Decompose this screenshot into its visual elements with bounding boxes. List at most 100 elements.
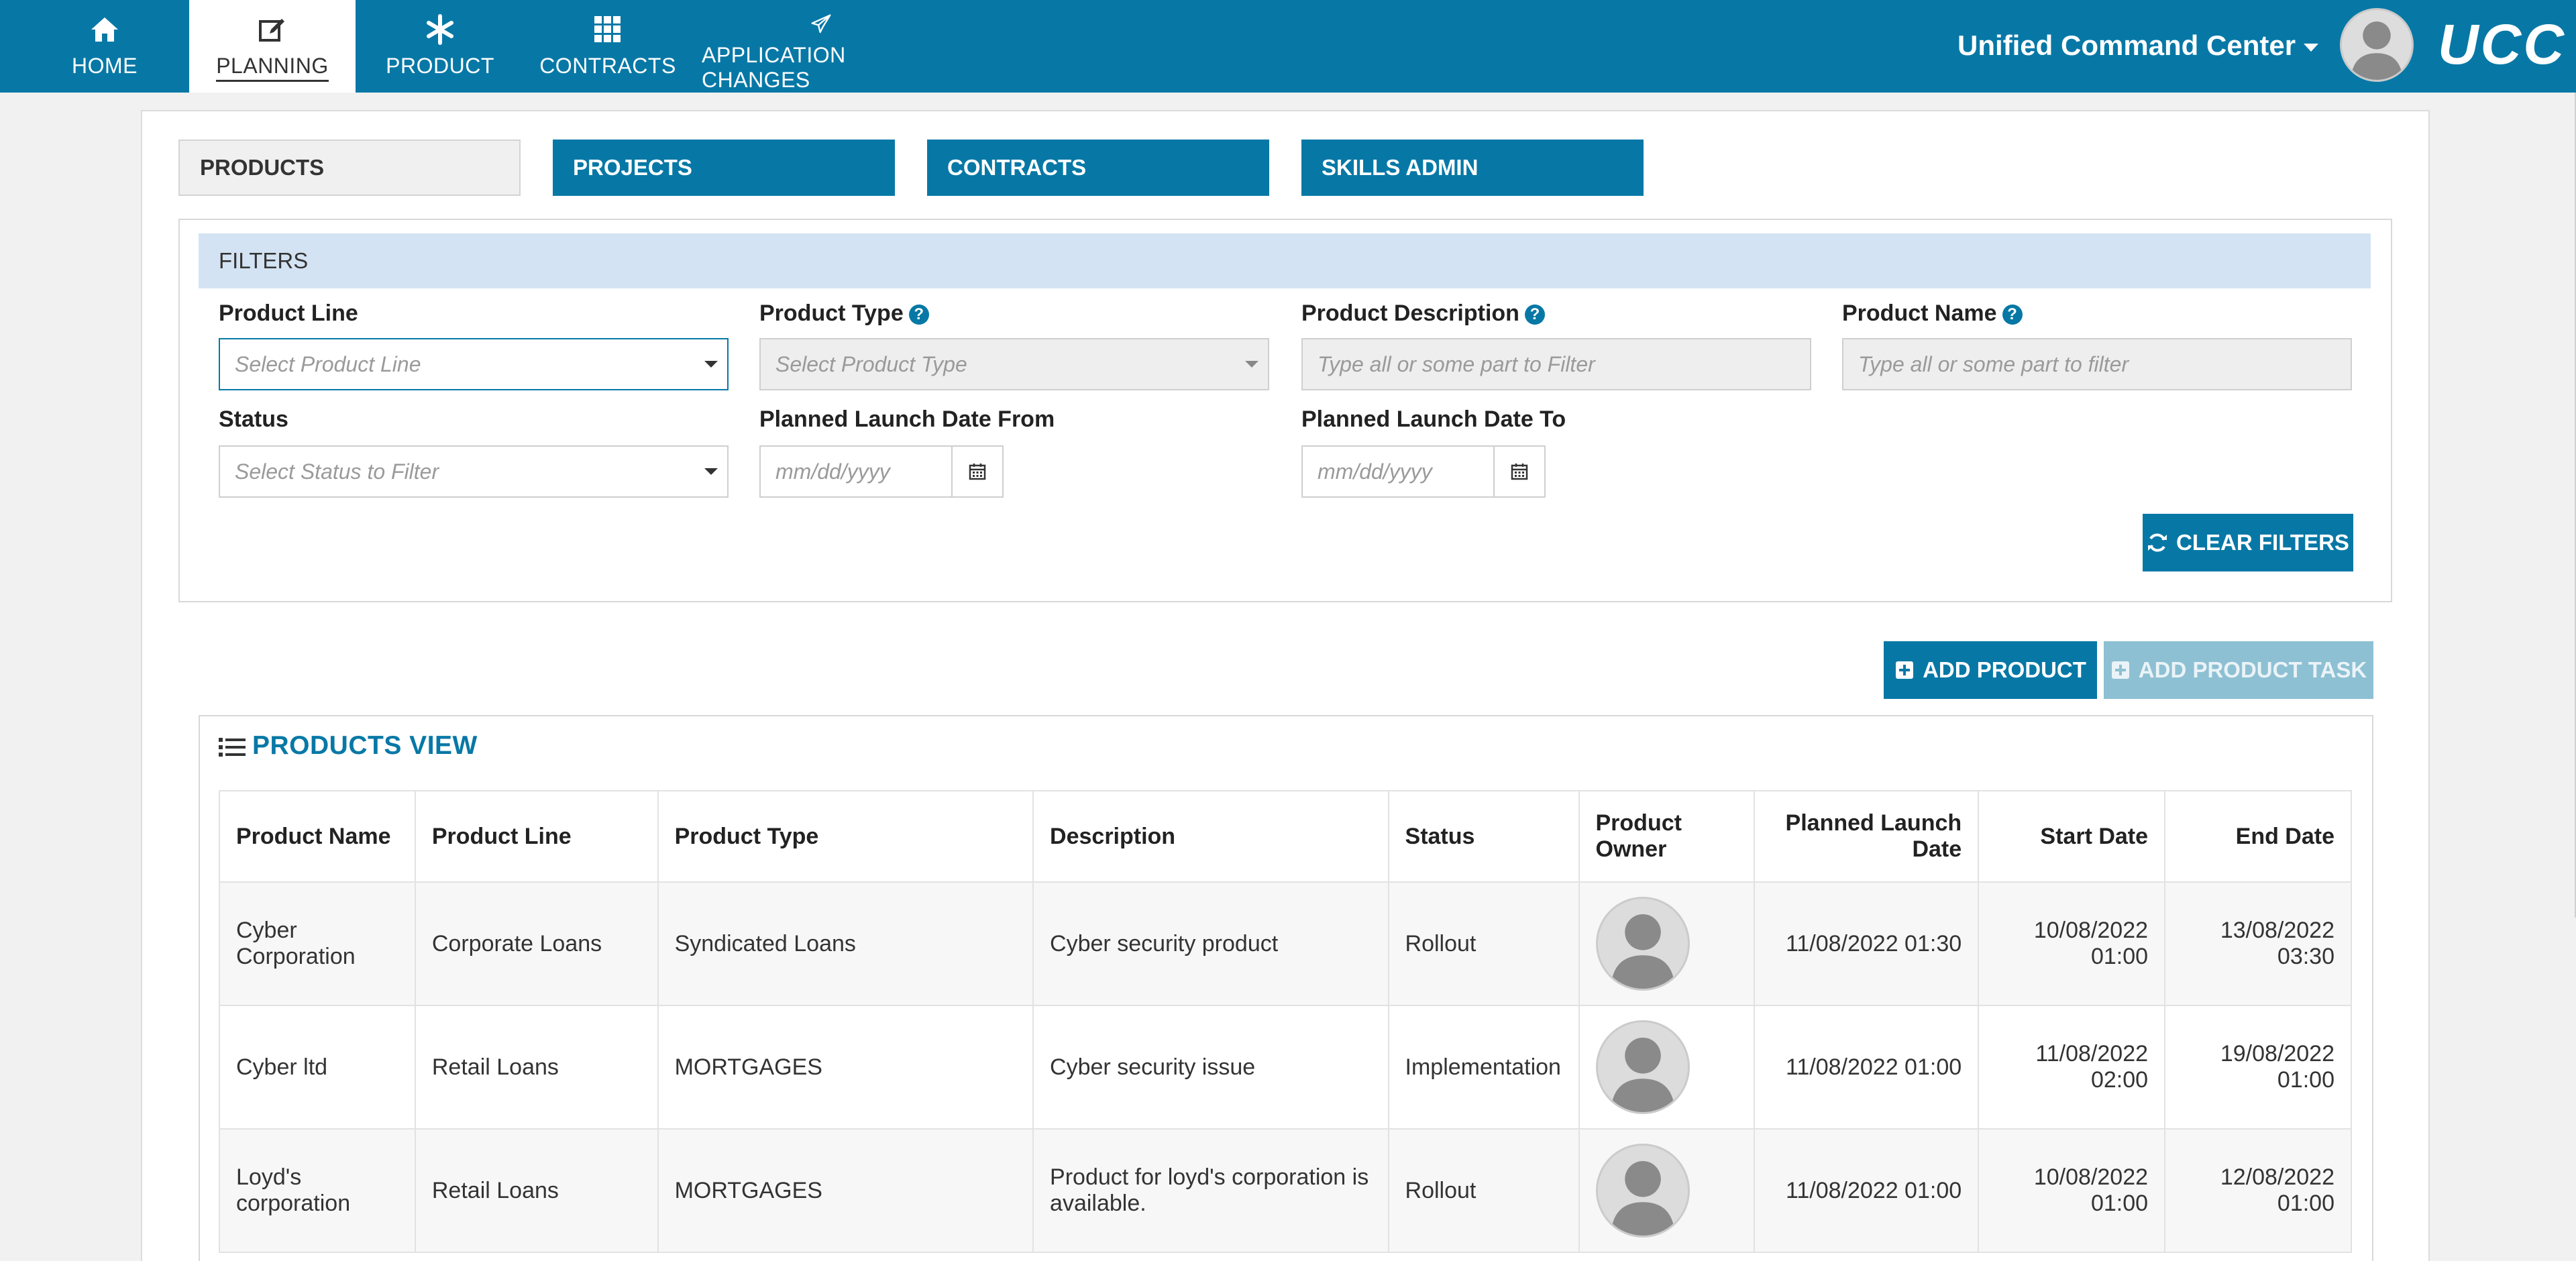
column-header-start-date[interactable]: Start Date [1978, 790, 2166, 883]
user-silhouette-icon [2351, 21, 2403, 80]
owner-avatar[interactable] [1595, 897, 1690, 991]
help-icon[interactable]: ? [1524, 305, 1545, 325]
cell-line: Cyber [236, 918, 297, 943]
cell-product-type: MORTGAGES [657, 1005, 1034, 1130]
product-name-placeholder: Type all or some part to filter [1858, 352, 2129, 376]
header-line: Date [1912, 836, 1962, 862]
app-switcher-label: Unified Command Center [1957, 30, 2296, 61]
cell-end-date: 12/08/2022 01:00 [2164, 1128, 2352, 1253]
cell-line: 01:00 [2277, 1191, 2334, 1216]
column-header-end-date[interactable]: End Date [2164, 790, 2352, 883]
product-description-placeholder: Type all or some part to Filter [1318, 352, 1595, 376]
column-header-product-line[interactable]: Product Line [414, 790, 659, 883]
column-header-product-type[interactable]: Product Type [657, 790, 1034, 883]
product-type-select: Select Product Type [759, 338, 1269, 390]
calendar-button[interactable] [951, 445, 1004, 498]
nav-tab-application-changes[interactable]: APPLICATION CHANGES [702, 0, 941, 93]
launch-to-input[interactable]: mm/dd/yyyy [1301, 445, 1495, 498]
products-view-title: PRODUCTS VIEW [252, 731, 478, 760]
help-icon[interactable]: ? [2002, 305, 2023, 325]
help-icon[interactable]: ? [908, 305, 929, 325]
column-header-planned-launch-date[interactable]: Planned Launch Date [1754, 790, 1980, 883]
caret-down-icon [1245, 361, 1258, 368]
nav-tab-home[interactable]: HOME [25, 0, 184, 93]
launch-from-label: Planned Launch Date From [759, 406, 1055, 432]
user-silhouette-icon [1610, 914, 1675, 989]
launch-from-input[interactable]: mm/dd/yyyy [759, 445, 953, 498]
refresh-icon [2148, 533, 2167, 552]
column-header-product-owner[interactable]: Product Owner [1578, 790, 1756, 883]
table-row[interactable]: Loyd's corporation Retail Loans MORTGAGE… [219, 1128, 2352, 1253]
subtab-projects[interactable]: PROJECTS [553, 140, 895, 196]
product-description-input[interactable]: Type all or some part to Filter [1301, 338, 1811, 390]
subtab-products[interactable]: PRODUCTS [178, 140, 521, 196]
cell-product-owner [1578, 881, 1756, 1006]
cell-line: Corporation [236, 944, 356, 969]
cell-line: Cyber security product [1050, 930, 1279, 956]
cell-description: Cyber security product [1032, 881, 1389, 1006]
header-line: Product [1595, 810, 1682, 836]
nav-tab-label: PLANNING [216, 54, 329, 82]
cell-start-date: 11/08/2022 02:00 [1978, 1005, 2166, 1130]
cell-line: 10/08/2022 [2033, 1164, 2149, 1190]
status-label: Status [219, 406, 288, 432]
cell-description: Cyber security issue [1032, 1005, 1389, 1130]
cell-product-name: Cyber ltd [219, 1005, 416, 1130]
subtab-skills-admin[interactable]: SKILLS ADMIN [1301, 140, 1644, 196]
products-table: Product Name Product Line Product Type D… [219, 790, 2352, 1253]
nav-tab-label: HOME [72, 54, 138, 78]
cell-line: Loyd's [236, 1164, 302, 1190]
status-select[interactable]: Select Status to Filter [219, 445, 729, 498]
cell-line: 11/08/2022 [2035, 1041, 2149, 1066]
owner-avatar[interactable] [1595, 1144, 1690, 1238]
cell-line: 01:00 [2090, 1191, 2149, 1216]
column-header-product-name[interactable]: Product Name [219, 790, 416, 883]
product-description-label-text: Product Description [1301, 300, 1519, 326]
product-type-label: Product Type? [759, 300, 929, 327]
cell-product-type: Syndicated Loans [657, 881, 1034, 1006]
status-placeholder: Select Status to Filter [235, 459, 439, 484]
product-name-input[interactable]: Type all or some part to filter [1842, 338, 2352, 390]
product-line-select[interactable]: Select Product Line [219, 338, 729, 390]
cell-product-line: Corporate Loans [414, 881, 659, 1006]
column-header-description[interactable]: Description [1032, 790, 1389, 883]
clear-filters-button[interactable]: CLEAR FILTERS [2143, 514, 2353, 571]
paper-plane-icon [811, 14, 831, 34]
launch-to-label: Planned Launch Date To [1301, 406, 1566, 432]
cell-line: 03:30 [2277, 944, 2334, 969]
edit-icon [259, 19, 284, 42]
nav-tab-planning[interactable]: PLANNING [189, 0, 356, 93]
grid-icon [594, 16, 621, 42]
cell-line: 01:00 [2090, 944, 2149, 969]
cell-start-date: 10/08/2022 01:00 [1978, 881, 2166, 1006]
nav-tab-label: APPLICATION CHANGES [702, 43, 846, 92]
table-row[interactable]: Cyber Corporation Corporate Loans Syndic… [219, 881, 2352, 1006]
product-line-placeholder: Select Product Line [235, 352, 421, 376]
nav-tab-label: CONTRACTS [539, 54, 676, 78]
nav-tab-product[interactable]: PRODUCT [362, 0, 518, 93]
add-product-label: ADD PRODUCT [1923, 657, 2086, 682]
caret-down-icon [704, 361, 718, 368]
cell-product-name: Cyber Corporation [219, 881, 416, 1006]
column-header-status[interactable]: Status [1387, 790, 1580, 883]
caret-down-icon [2304, 43, 2319, 52]
product-line-label: Product Line [219, 300, 358, 326]
user-silhouette-icon [1610, 1037, 1675, 1112]
cell-product-line: Retail Loans [414, 1128, 659, 1253]
cell-product-line: Retail Loans [414, 1005, 659, 1130]
owner-avatar[interactable] [1595, 1020, 1690, 1114]
cell-line: 19/08/2022 [2220, 1041, 2334, 1066]
nav-tab-label: PRODUCT [386, 54, 494, 78]
nav-tab-contracts[interactable]: CONTRACTS [531, 0, 684, 93]
table-row[interactable]: Cyber ltd Retail Loans MORTGAGES Cyber s… [219, 1005, 2352, 1130]
cell-line: 10/08/2022 [2033, 918, 2149, 943]
app-switcher-menu[interactable]: Unified Command Center [1957, 30, 2319, 62]
user-avatar[interactable] [2340, 8, 2414, 82]
top-nav-bar: HOME PLANNING PRODUCT CONTRACTS APPLICAT… [0, 0, 2576, 93]
subtab-contracts[interactable]: CONTRACTS [927, 140, 1269, 196]
product-type-placeholder: Select Product Type [775, 352, 967, 376]
cell-line: 13/08/2022 [2220, 918, 2334, 943]
cell-line: 02:00 [2090, 1067, 2149, 1093]
calendar-button[interactable] [1493, 445, 1546, 498]
add-product-button[interactable]: ADD PRODUCT [1884, 641, 2097, 699]
